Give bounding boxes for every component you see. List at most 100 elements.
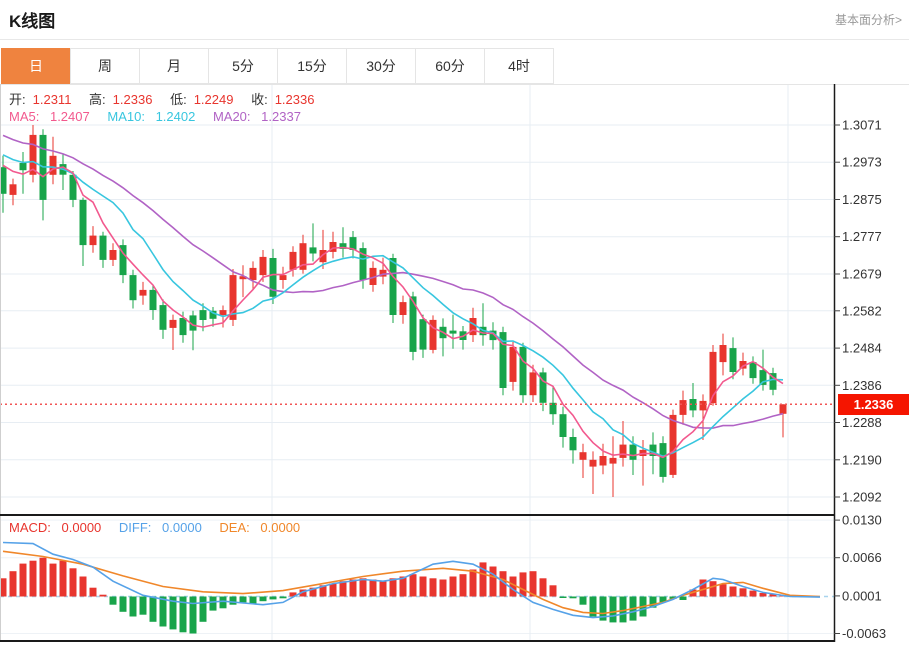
candle-body <box>599 456 607 466</box>
dea-value-legend: DEA: 0.0000 <box>219 520 301 535</box>
macd-bar <box>579 596 587 605</box>
macd-bar <box>469 569 477 597</box>
candle-body <box>629 444 637 460</box>
kline-page: K线图 基本面分析> 日周月 5分 15分 30分 60分 4时 1.3071 1.2973… <box>0 0 909 645</box>
macd-bar <box>429 578 437 597</box>
macd-bar <box>559 596 567 598</box>
tab-60min[interactable]: 60分 <box>415 48 485 84</box>
candle-body <box>149 289 157 310</box>
price-axis-label: 1.2190 <box>842 452 882 467</box>
macd-bar <box>39 557 47 597</box>
candle-body <box>569 437 577 451</box>
tab-week[interactable]: 周 <box>70 48 140 84</box>
candle-body <box>109 250 117 260</box>
macd-bar <box>129 596 137 617</box>
open-label: 开: 1.2311 <box>9 92 72 107</box>
open-value: 1.2311 <box>32 92 72 107</box>
macd-bar <box>239 596 247 603</box>
macd-bar <box>399 576 407 597</box>
price-axis-label: 1.2288 <box>842 415 882 430</box>
macd-axis-label: -0.0063 <box>842 626 886 641</box>
macd-bar <box>489 566 497 597</box>
page-title: K线图 <box>9 12 56 31</box>
tab-30min[interactable]: 30分 <box>346 48 416 84</box>
high-value: 1.2336 <box>112 92 153 107</box>
ma10-legend: MA10: 1.2402 <box>107 109 196 124</box>
candle-body <box>449 330 457 334</box>
macd-value: 0.0000 <box>61 520 102 535</box>
candle-body <box>159 305 167 330</box>
header-divider <box>0 39 909 40</box>
macd-bar <box>409 574 417 597</box>
price-axis-label: 1.2484 <box>842 341 882 356</box>
tab-month[interactable]: 月 <box>139 48 209 84</box>
macd-bar <box>119 596 127 612</box>
macd-bar <box>229 596 237 605</box>
ma5-legend: MA5: 1.2407 <box>9 109 90 124</box>
macd-bar <box>199 596 207 622</box>
macd-bar <box>609 596 617 623</box>
tab-15min[interactable]: 15分 <box>277 48 347 84</box>
ohlc-legend: 开: 1.2311 高: 1.2336 低: 1.2249 收: 1.2336 <box>9 89 328 108</box>
ma10-value: 1.2402 <box>155 109 196 124</box>
candle-body <box>389 258 397 315</box>
candle-body <box>719 345 727 363</box>
ma20-legend: MA20: 1.2337 <box>212 109 301 124</box>
ma5-value: 1.2407 <box>49 109 90 124</box>
price-axis-label: 1.2777 <box>842 229 882 244</box>
macd-bar <box>549 585 557 597</box>
current-price-badge: 1.2336 <box>838 394 909 415</box>
tab-4hour[interactable]: 4时 <box>484 48 554 84</box>
candle-body <box>659 443 667 477</box>
macd-bar <box>149 596 157 622</box>
tab-5min[interactable]: 5分 <box>208 48 278 84</box>
candle-body <box>679 400 687 415</box>
fundamental-analysis-link[interactable]: 基本面分析> <box>835 11 902 28</box>
macd-axis-label: 0.0130 <box>842 513 882 528</box>
macd-value-legend: MACD: 0.0000 <box>9 520 102 535</box>
candle-body <box>249 267 257 281</box>
candle-body <box>199 310 207 320</box>
macd-bar <box>459 574 467 597</box>
macd-bar <box>69 568 77 597</box>
price-axis-label: 1.3071 <box>842 118 882 133</box>
candle-body <box>9 184 17 195</box>
candle-body <box>729 348 737 372</box>
candle-body <box>419 319 427 350</box>
macd-bar <box>219 596 227 609</box>
macd-bar <box>679 596 687 600</box>
macd-bar <box>139 596 147 615</box>
close-label: 收: 1.2336 <box>251 92 315 107</box>
price-axis-label: 1.2092 <box>842 490 882 505</box>
diff-value-legend: DIFF: 0.0000 <box>118 520 202 535</box>
macd-bar <box>159 596 167 627</box>
candle-body <box>49 155 57 175</box>
candle-body <box>259 256 267 276</box>
candle-body <box>289 251 297 270</box>
macd-bar <box>539 578 547 597</box>
candle-body <box>779 404 787 414</box>
macd-bar <box>259 596 267 602</box>
macd-bar <box>209 596 217 611</box>
ma20-value: 1.2337 <box>261 109 301 124</box>
macd-bar <box>339 581 347 597</box>
tab-day[interactable]: 日 <box>1 48 71 84</box>
candle-body <box>309 247 317 254</box>
macd-bar <box>729 586 737 597</box>
candle-body <box>139 289 147 296</box>
low-label: 低: 1.2249 <box>170 92 234 107</box>
candle-body <box>219 310 227 315</box>
macd-bar <box>709 581 717 597</box>
macd-legend: MACD: 0.0000 DIFF: 0.0000 DEA: 0.0000 <box>9 520 314 535</box>
high-label: 高: 1.2336 <box>89 92 153 107</box>
candle-body <box>669 414 677 475</box>
candle-body <box>559 414 567 437</box>
macd-bar <box>419 576 427 597</box>
candle-body <box>469 318 477 336</box>
price-axis-label: 1.2582 <box>842 303 882 318</box>
price-axis-label: 1.2679 <box>842 267 882 282</box>
ma-legend: MA5: 1.2407 MA10: 1.2402 MA20: 1.2337 <box>9 109 315 124</box>
macd-bar <box>379 581 387 597</box>
macd-bar <box>569 596 577 599</box>
candle-body <box>99 235 107 260</box>
